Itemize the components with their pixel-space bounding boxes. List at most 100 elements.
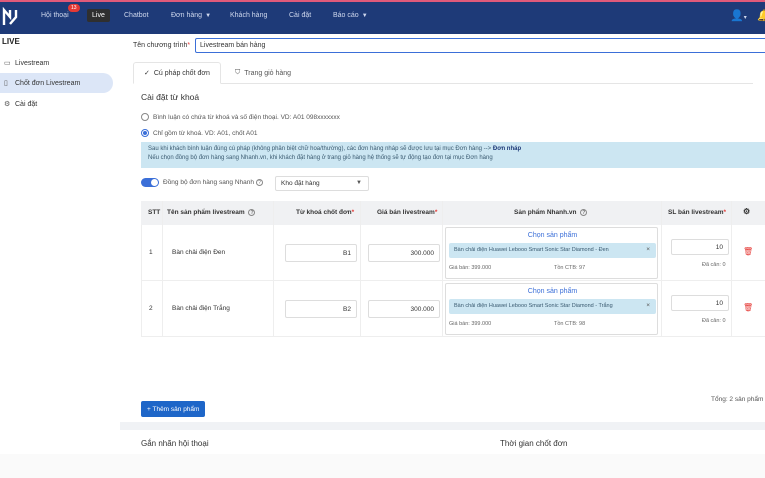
- keyword-settings-title: Cài đặt từ khoá: [141, 92, 200, 102]
- help-icon[interactable]: ?: [580, 209, 588, 216]
- chevron-down-icon: ▼: [361, 13, 368, 19]
- warehouse-select[interactable]: Kho đặt hàng ▼: [275, 176, 369, 191]
- chevron-down-icon: ▼: [205, 13, 212, 19]
- column-divider: [360, 201, 361, 337]
- qty-sold: Đã cân: 0: [702, 318, 726, 324]
- program-name-input[interactable]: Livestream bán hàng: [195, 38, 765, 53]
- column-divider: [162, 201, 163, 337]
- sync-label: Đồng bộ đơn hàng sang Nhanh: [163, 179, 254, 186]
- sidebar-item-livestream[interactable]: ▭ Livestream: [0, 53, 113, 73]
- tab-label: Trang giỏ hàng: [244, 69, 292, 77]
- row-name: Bàn chải điện Trắng: [172, 305, 230, 312]
- info-banner: Sau khi khách bình luận đúng cú pháp (kh…: [141, 142, 765, 168]
- nav-item-reports[interactable]: Báo cáo ▼: [333, 12, 368, 19]
- sync-toggle[interactable]: [141, 178, 159, 187]
- app-logo-icon[interactable]: [2, 7, 18, 27]
- tab-order-syntax[interactable]: ✓ Cú pháp chốt đơn: [133, 62, 221, 84]
- choose-product-link[interactable]: Chọn sản phẩm: [446, 232, 659, 239]
- chevron-down-icon: ▼: [356, 180, 362, 186]
- qty-input[interactable]: 10: [671, 295, 729, 311]
- product-stock: Tồn CTB: 98: [554, 321, 586, 327]
- column-divider: [661, 201, 662, 337]
- nav-item-settings[interactable]: Cài đặt: [289, 12, 311, 19]
- tab-label: Cú pháp chốt đơn: [153, 69, 210, 77]
- tab-cart-page[interactable]: ⛉ Trang giỏ hàng: [225, 62, 301, 84]
- total-products: Tổng: 2 sản phẩm: [711, 396, 764, 403]
- product-chip: Bàn chải điện Huawei Lebooo Smart Sonic …: [449, 243, 656, 258]
- keyword-input[interactable]: B1: [285, 244, 357, 262]
- info-line-1: Sau khi khách bình luận đúng cú pháp (kh…: [148, 145, 758, 154]
- help-icon[interactable]: ?: [248, 209, 256, 216]
- column-divider: [273, 201, 274, 337]
- radio-label: Chỉ gồm từ khoá. VD: A01, chốt A01: [153, 129, 258, 137]
- nav-item-orders[interactable]: Đơn hàng ▼: [171, 12, 211, 19]
- nav-item-conversations[interactable]: Hội thoại: [41, 12, 69, 19]
- sidebar-title: LIVE: [2, 37, 20, 46]
- draft-orders-link[interactable]: Đơn nháp: [493, 146, 521, 152]
- price-input[interactable]: 300.000: [368, 300, 440, 318]
- column-divider: [731, 201, 732, 337]
- nav-item-chatbot[interactable]: Chatbot: [124, 12, 149, 19]
- sidebar-item-label: Chốt đơn Livestream: [15, 79, 81, 87]
- col-keyword-text: Từ khoá chốt đơn: [296, 209, 352, 216]
- required-mark: *: [351, 209, 355, 216]
- price-input[interactable]: 300.000: [368, 244, 440, 262]
- gear-icon: ⚙: [4, 101, 11, 108]
- table-header: STT Tên sản phẩm livestream ? Từ khoá ch…: [141, 201, 765, 225]
- product-chip-label: Bàn chải điện Huawei Lebooo Smart Sonic …: [454, 247, 609, 253]
- program-name-label: Tên chương trình*: [133, 42, 190, 49]
- info-line-2: Nếu chọn đồng bộ đơn hàng sang Nhanh.vn,…: [148, 155, 493, 161]
- col-name: Tên sản phẩm livestream ?: [167, 209, 256, 216]
- col-price-text: Giá bán livestream: [377, 209, 435, 216]
- col-price: Giá bán livestream*: [377, 209, 437, 216]
- order-icon: ▯: [4, 80, 8, 87]
- col-keyword: Từ khoá chốt đơn*: [296, 209, 354, 216]
- product-picker: Chọn sản phẩm Bàn chải điện Huawei Leboo…: [445, 283, 658, 335]
- nav-orders-label: Đơn hàng: [171, 12, 203, 19]
- row-stt: 1: [149, 249, 153, 256]
- required-mark: *: [187, 42, 191, 49]
- table-settings-icon[interactable]: ⚙: [743, 207, 750, 216]
- close-icon[interactable]: ×: [646, 246, 650, 253]
- col-qty-text: SL bán livestream: [668, 209, 724, 216]
- choose-product-link[interactable]: Chọn sản phẩm: [446, 288, 659, 295]
- col-stt: STT: [148, 209, 161, 216]
- sidebar-item-label: Cài đặt: [15, 100, 38, 108]
- cart-icon: ⛉: [235, 69, 241, 76]
- col-product: Sản phẩm Nhanh.vn ?: [514, 209, 588, 216]
- bell-icon[interactable]: 🔔: [757, 9, 765, 22]
- radio-checked-icon: [141, 129, 149, 137]
- sync-row: Đồng bộ đơn hàng sang Nhanh ?: [141, 178, 263, 187]
- order-time-title: Thời gian chốt đơn: [500, 439, 568, 448]
- top-nav: Hội thoại 13 Live Chatbot Đơn hàng ▼ Khác…: [0, 0, 765, 34]
- qty-input[interactable]: 10: [671, 239, 729, 255]
- video-icon: ▭: [4, 60, 11, 67]
- col-qty: SL bán livestream*: [668, 209, 726, 216]
- nav-item-customers[interactable]: Khách hàng: [230, 12, 267, 19]
- product-chip: Bàn chải điện Huawei Lebooo Smart Sonic …: [449, 299, 656, 314]
- tag-conversation-title: Gắn nhãn hội thoại: [141, 439, 209, 448]
- sidebar: LIVE ▭ Livestream ▯ Chốt đơn Livestream …: [0, 34, 120, 454]
- product-picker: Chọn sản phẩm Bàn chải điện Huawei Leboo…: [445, 227, 658, 279]
- user-icon[interactable]: 👤▾: [730, 9, 747, 22]
- info-line-1-text: Sau khi khách bình luận đúng cú pháp (kh…: [148, 146, 492, 152]
- product-stock: Tồn CTB: 97: [554, 265, 586, 271]
- conversations-badge: 13: [68, 4, 80, 12]
- row-stt: 2: [149, 305, 153, 312]
- product-list-price: Giá bán: 399.000: [449, 265, 492, 271]
- nav-item-live[interactable]: Live: [87, 9, 110, 22]
- trash-icon[interactable]: 🗑: [743, 247, 753, 256]
- radio-keyword-only[interactable]: Chỉ gồm từ khoá. VD: A01, chốt A01: [141, 129, 257, 137]
- required-mark: *: [723, 209, 727, 216]
- close-icon[interactable]: ×: [646, 302, 650, 309]
- sidebar-item-order-livestream[interactable]: ▯ Chốt đơn Livestream: [0, 73, 113, 93]
- sidebar-item-settings[interactable]: ⚙ Cài đặt: [0, 94, 113, 114]
- col-product-text: Sản phẩm Nhanh.vn: [514, 209, 577, 216]
- radio-keyword-phone[interactable]: Bình luận có chứa từ khoá và số điện tho…: [141, 113, 340, 121]
- trash-icon[interactable]: 🗑: [743, 303, 753, 312]
- section-separator: [120, 422, 765, 430]
- keyword-input[interactable]: B2: [285, 300, 357, 318]
- col-name-text: Tên sản phẩm livestream: [167, 209, 245, 216]
- add-product-button[interactable]: + Thêm sản phẩm: [141, 401, 206, 417]
- help-icon[interactable]: ?: [256, 179, 263, 186]
